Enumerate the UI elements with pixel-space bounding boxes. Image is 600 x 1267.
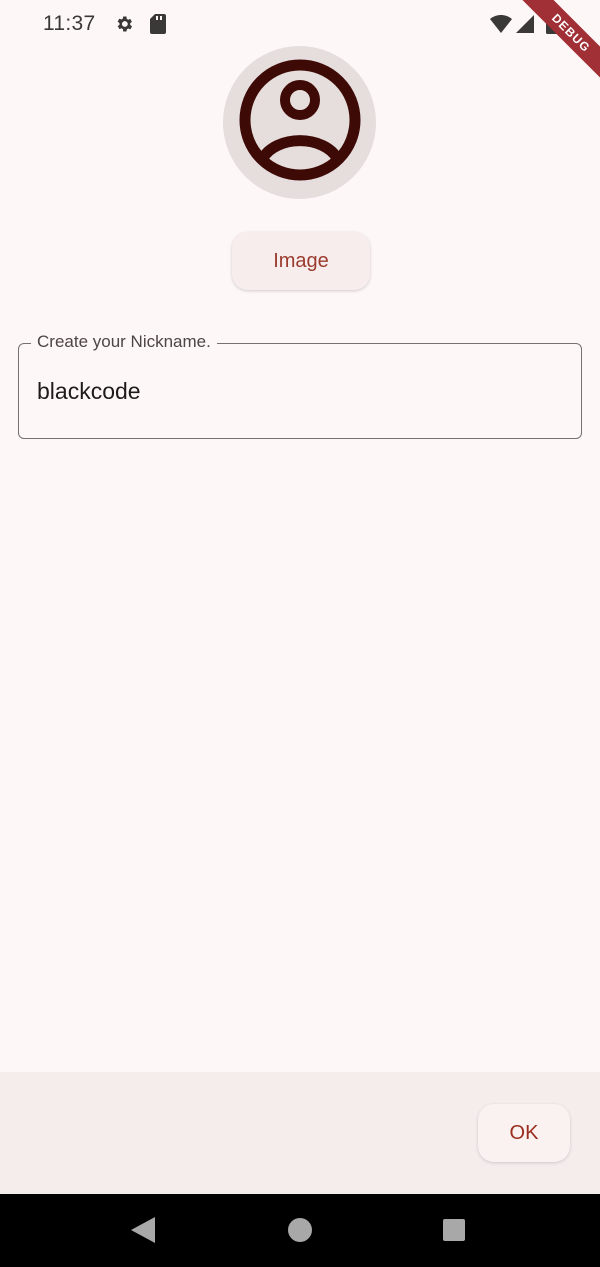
system-nav-bar — [0, 1194, 600, 1267]
nickname-input[interactable] — [37, 370, 557, 412]
nickname-field[interactable]: Create your Nickname. — [18, 332, 582, 439]
recents-icon[interactable] — [443, 1219, 465, 1246]
nickname-label: Create your Nickname. — [31, 332, 217, 352]
home-icon[interactable] — [288, 1218, 312, 1247]
gear-icon — [114, 14, 134, 39]
wifi-icon — [490, 14, 512, 38]
account-circle-icon — [236, 56, 364, 189]
image-button[interactable]: Image — [232, 232, 370, 290]
debug-banner: DEBUG — [510, 0, 600, 90]
debug-banner-label: DEBUG — [517, 0, 600, 87]
sd-card-icon — [150, 14, 166, 39]
avatar[interactable] — [223, 46, 376, 199]
ok-button[interactable]: OK — [478, 1104, 570, 1162]
status-time: 11:37 — [43, 12, 96, 35]
bottom-action-bar: OK — [0, 1072, 600, 1194]
back-icon[interactable] — [131, 1217, 155, 1248]
